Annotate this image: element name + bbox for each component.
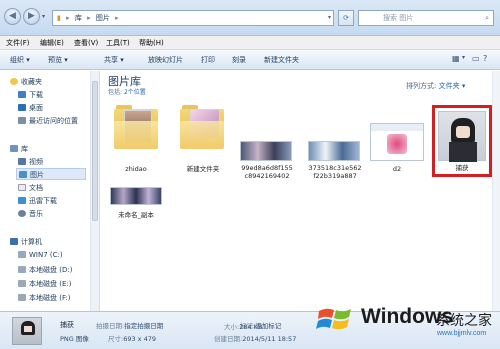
item-label: d2	[392, 165, 402, 173]
arrange-by: 排列方式: 文件夹 ▾	[406, 82, 466, 90]
sidebar-item-pictures[interactable]: 图片	[16, 168, 86, 180]
search-placeholder: 搜索 图片	[383, 14, 414, 22]
item-label: zhidao	[125, 165, 147, 173]
image-thumbnail	[370, 123, 424, 161]
selected-file-thumbnail	[12, 317, 42, 345]
windows-logo-icon	[316, 308, 351, 330]
computer-icon	[10, 238, 18, 245]
watermark-url: www.bjjmlv.com	[437, 330, 487, 337]
search-icon: ⌕	[485, 14, 489, 22]
refresh-icon[interactable]: ⟳	[338, 10, 354, 26]
menu-edit[interactable]: 编辑(E)	[40, 38, 64, 48]
share-button[interactable]: 共享 ▾	[104, 55, 124, 65]
view-controls: ▦ ▾ ▭ ?	[452, 54, 492, 66]
folder-icon: ▮	[57, 14, 61, 22]
preview-pane-icon[interactable]: ▭	[472, 54, 480, 63]
view-dropdown-icon[interactable]: ▾	[462, 54, 465, 61]
slideshow-button[interactable]: 放映幻灯片	[148, 55, 183, 65]
details-date-created: 创建日期:2014/5/11 18:57	[214, 335, 297, 343]
music-icon	[18, 210, 26, 217]
video-icon	[18, 158, 26, 165]
sidebar-item-drive-f[interactable]: 本地磁盘 (F:)	[18, 293, 71, 303]
sidebar-item-favorites[interactable]: 收藏夹	[10, 77, 42, 87]
navigation-pane: 收藏夹 下载 桌面 最近访问的位置 库 视频 图片 文档 迅雷下载 音乐 计算机…	[0, 71, 100, 311]
item-label: 未命名_副本	[118, 211, 154, 219]
menu-bar: 文件(F) 编辑(E) 查看(V) 工具(T) 帮助(H)	[0, 36, 500, 50]
address-field[interactable]: ▮ ▸ 库 ▸ 图片 ▸ ▾	[52, 10, 334, 26]
date-taken-value[interactable]: 指定拍摄日期	[124, 322, 163, 330]
library-locations: 包括: 2个位置	[108, 89, 146, 96]
star-icon	[10, 78, 18, 85]
details-size: 大小:284 KB	[224, 323, 263, 331]
drive-icon	[18, 251, 26, 258]
preview-button[interactable]: 预览 ▾	[48, 55, 68, 65]
folder-icon	[114, 105, 158, 149]
details-date-taken: 拍摄日期:指定拍摄日期	[96, 322, 164, 330]
sidebar-item-documents[interactable]: 文档	[18, 183, 43, 193]
pictures-icon	[19, 171, 27, 178]
menu-file[interactable]: 文件(F)	[6, 38, 30, 48]
sidebar-item-xunlei[interactable]: 迅雷下载	[18, 196, 57, 206]
back-icon[interactable]: ◀	[4, 8, 21, 25]
sidebar-scrollbar[interactable]	[90, 71, 99, 311]
menu-tools[interactable]: 工具(T)	[106, 38, 130, 48]
help-icon[interactable]: ?	[483, 54, 487, 63]
organize-button[interactable]: 组织 ▾	[10, 55, 30, 65]
library-icon	[10, 145, 18, 152]
drive-icon	[18, 280, 26, 287]
xunlei-icon	[18, 197, 26, 204]
desktop-icon	[18, 104, 26, 111]
forward-icon[interactable]: ▶	[23, 8, 40, 25]
breadcrumb-library[interactable]: 库	[75, 14, 82, 22]
sidebar-item-libraries[interactable]: 库	[10, 144, 28, 154]
breadcrumb-pictures[interactable]: 图片	[96, 14, 110, 22]
sidebar-scroll-thumb[interactable]	[92, 81, 98, 221]
drive-icon	[18, 266, 26, 273]
sidebar-item-computer[interactable]: 计算机	[10, 237, 42, 247]
sidebar-item-recent[interactable]: 最近访问的位置	[18, 116, 78, 126]
sidebar-item-drive-c[interactable]: WIN7 (C:)	[18, 251, 63, 259]
burn-button[interactable]: 刻录	[232, 55, 246, 65]
recent-places-icon	[18, 117, 26, 124]
documents-icon	[18, 184, 26, 191]
menu-view[interactable]: 查看(V)	[74, 38, 98, 48]
download-icon	[18, 91, 26, 98]
details-filetype: PNG 图像	[60, 335, 89, 343]
file-view: 图片库 包括: 2个位置 排列方式: 文件夹 ▾ zhidao 新建文件夹 99…	[100, 71, 500, 311]
command-bar: 组织 ▾ 预览 ▾ 共享 ▾ 放映幻灯片 打印 刻录 新建文件夹 ▦ ▾ ▭ ?	[0, 50, 500, 70]
image-thumbnail	[438, 111, 486, 162]
menu-help[interactable]: 帮助(H)	[139, 38, 164, 48]
address-dropdown-icon[interactable]: ▾	[328, 11, 331, 25]
image-thumbnail	[240, 141, 292, 161]
item-label: 新建文件夹	[186, 165, 220, 173]
search-input[interactable]: 搜索 图片 ⌕	[358, 10, 494, 26]
drive-icon	[18, 294, 26, 301]
explorer-window: ◀ ▶ ▾ ▮ ▸ 库 ▸ 图片 ▸ ▾ ⟳ 搜索 图片 ⌕ 文件(F) 编辑(…	[0, 0, 500, 349]
watermark-cn-text: 系统之家	[436, 313, 492, 329]
sidebar-item-desktop[interactable]: 桌面	[18, 103, 43, 113]
item-label: 99ed8a6d8f155 c8942169402	[241, 164, 293, 180]
image-thumbnail	[308, 141, 360, 161]
details-filename: 捕获	[60, 321, 74, 329]
print-button[interactable]: 打印	[201, 55, 215, 65]
sidebar-item-drive-d[interactable]: 本地磁盘 (D:)	[18, 265, 72, 275]
change-view-icon[interactable]: ▦	[452, 54, 460, 63]
sidebar-item-downloads[interactable]: 下载	[18, 90, 43, 100]
content-scrollbar[interactable]	[492, 71, 500, 311]
new-folder-button[interactable]: 新建文件夹	[264, 55, 299, 65]
locations-link[interactable]: 2个位置	[124, 89, 146, 96]
sidebar-item-videos[interactable]: 视频	[18, 157, 43, 167]
sidebar-item-drive-e[interactable]: 本地磁盘 (E:)	[18, 279, 71, 289]
image-thumbnail	[110, 187, 162, 205]
sidebar-item-music[interactable]: 音乐	[18, 209, 43, 219]
address-bar-area: ◀ ▶ ▾ ▮ ▸ 库 ▸ 图片 ▸ ▾ ⟳ 搜索 图片 ⌕	[0, 0, 500, 36]
folder-icon	[180, 105, 224, 149]
item-label: 373518c31e562 f22b319a887	[308, 164, 362, 180]
arrange-by-dropdown[interactable]: 文件夹 ▾	[439, 82, 466, 90]
recent-pages-dropdown-icon[interactable]: ▾	[42, 13, 45, 20]
item-label: 捕获	[455, 164, 469, 172]
details-dimensions: 尺寸:693 x 479	[108, 335, 156, 343]
